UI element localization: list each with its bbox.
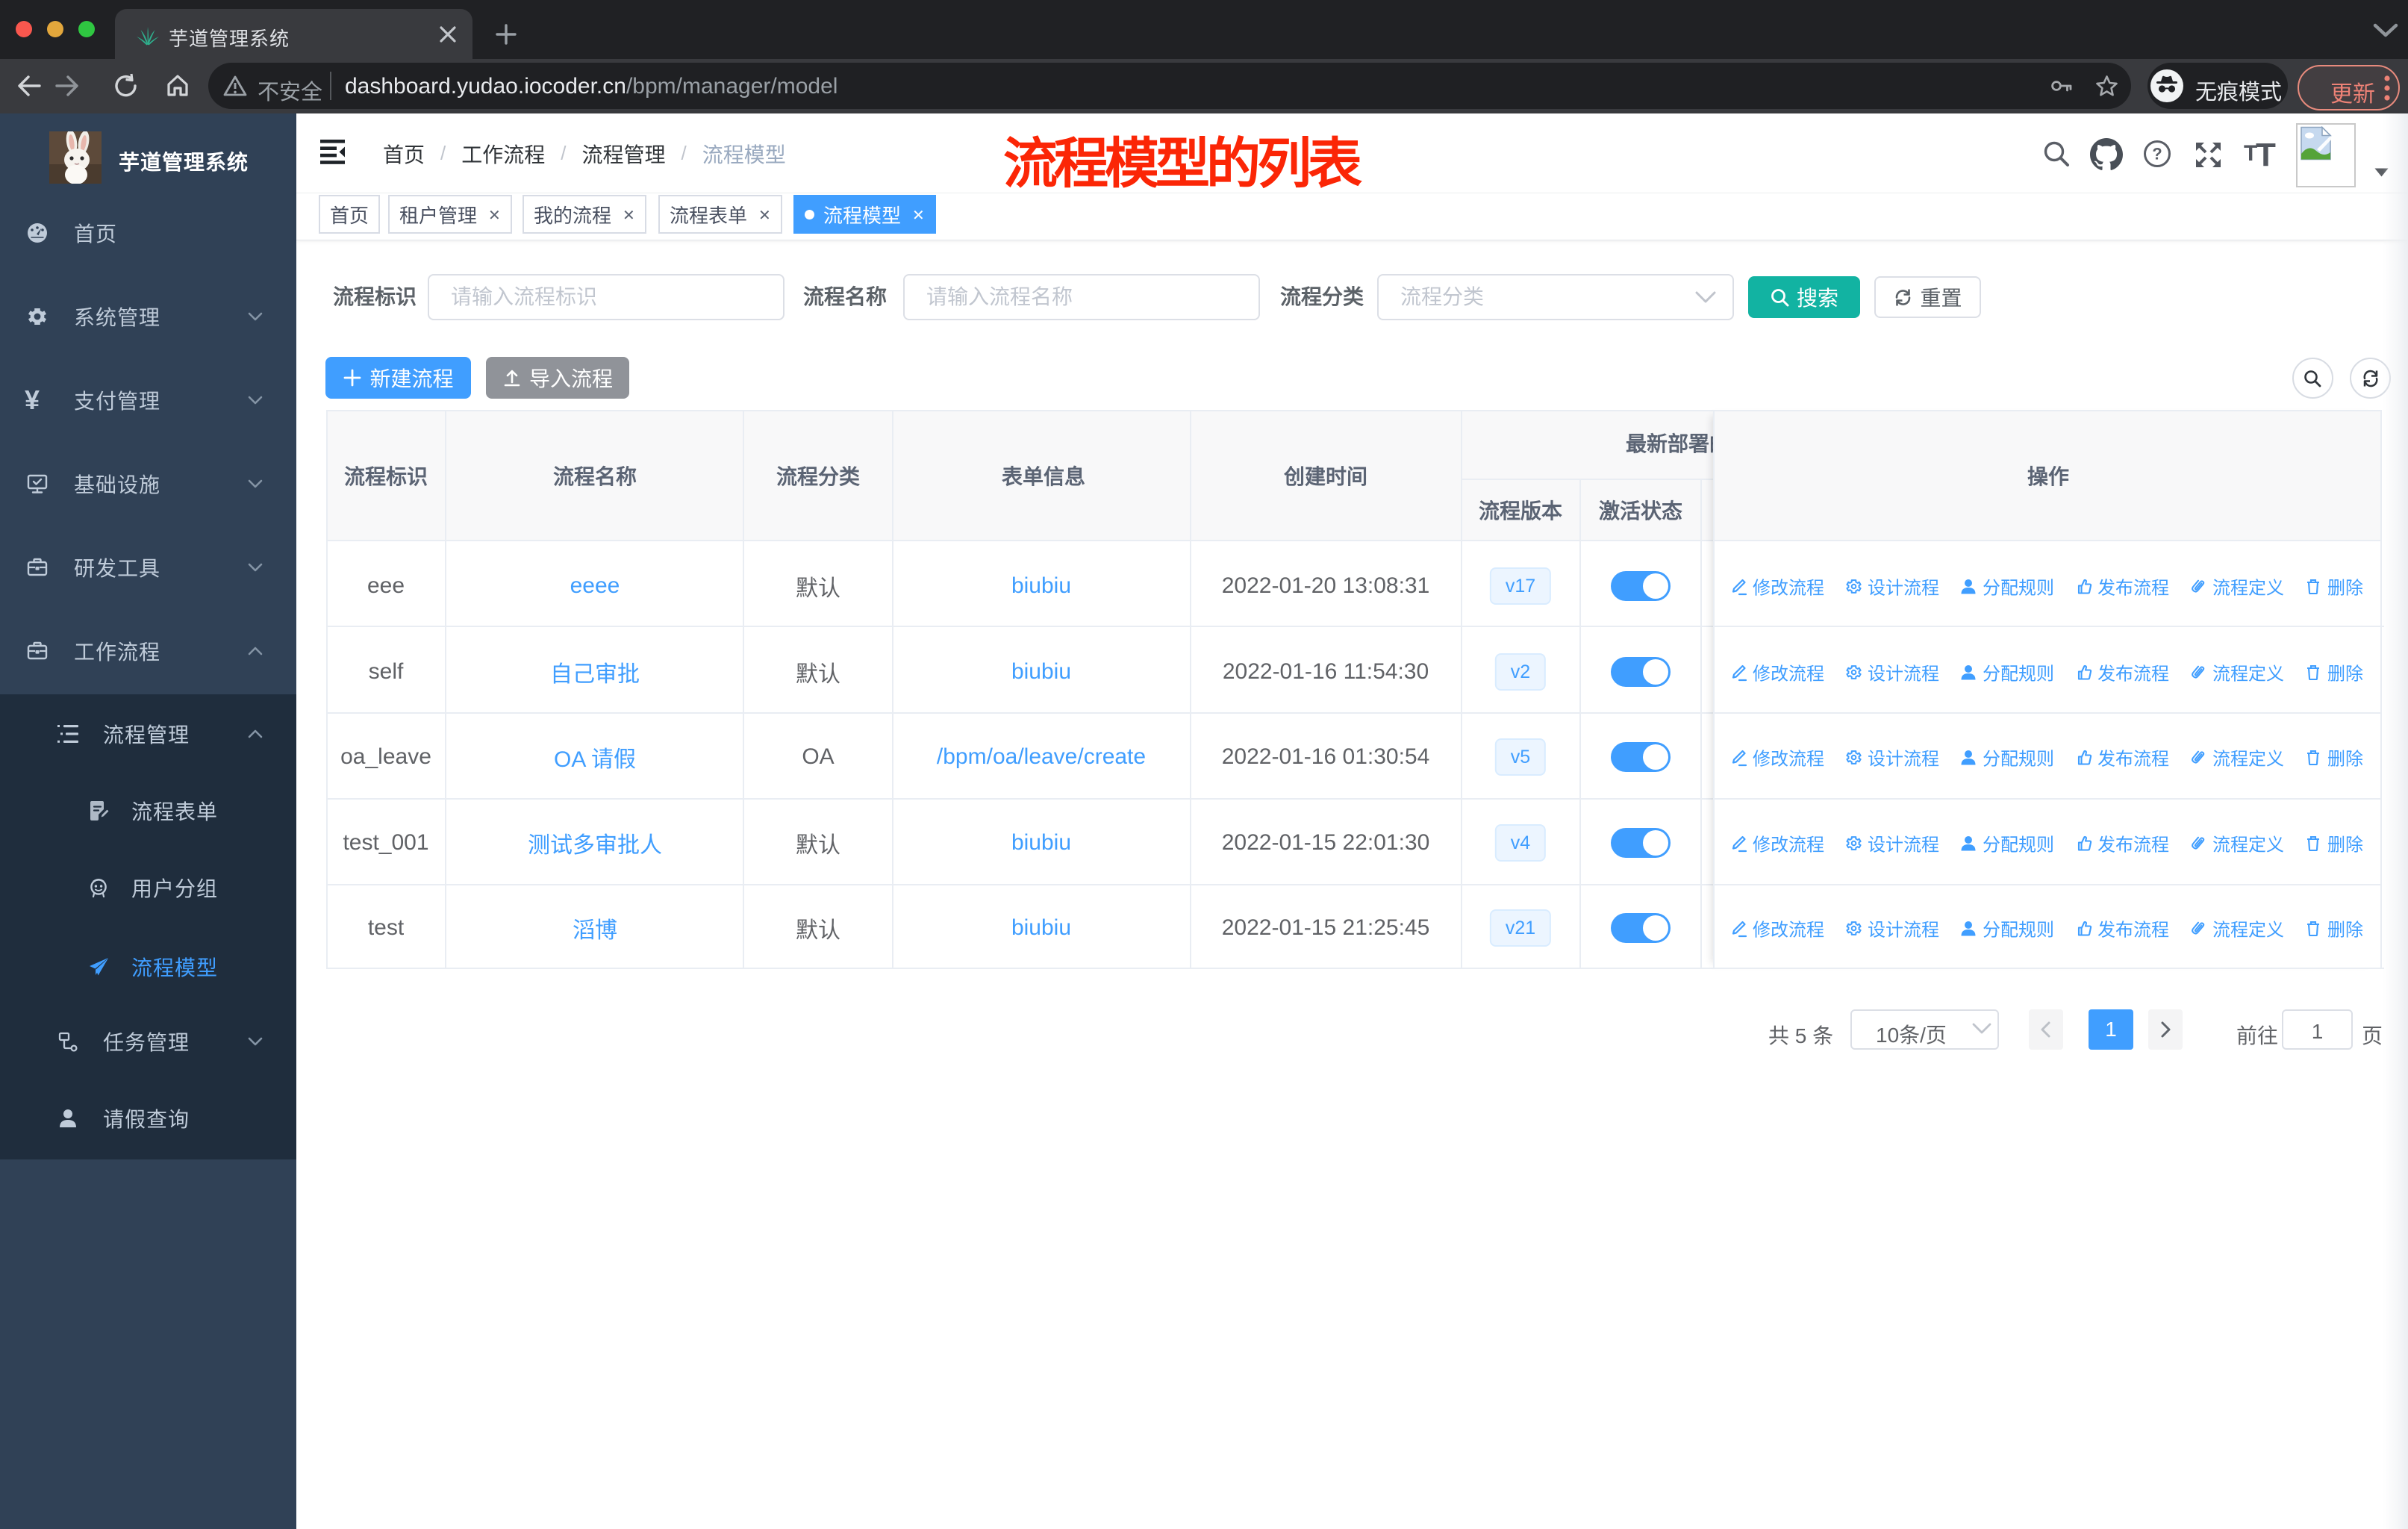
svg-text:?: ? [2152,145,2162,164]
